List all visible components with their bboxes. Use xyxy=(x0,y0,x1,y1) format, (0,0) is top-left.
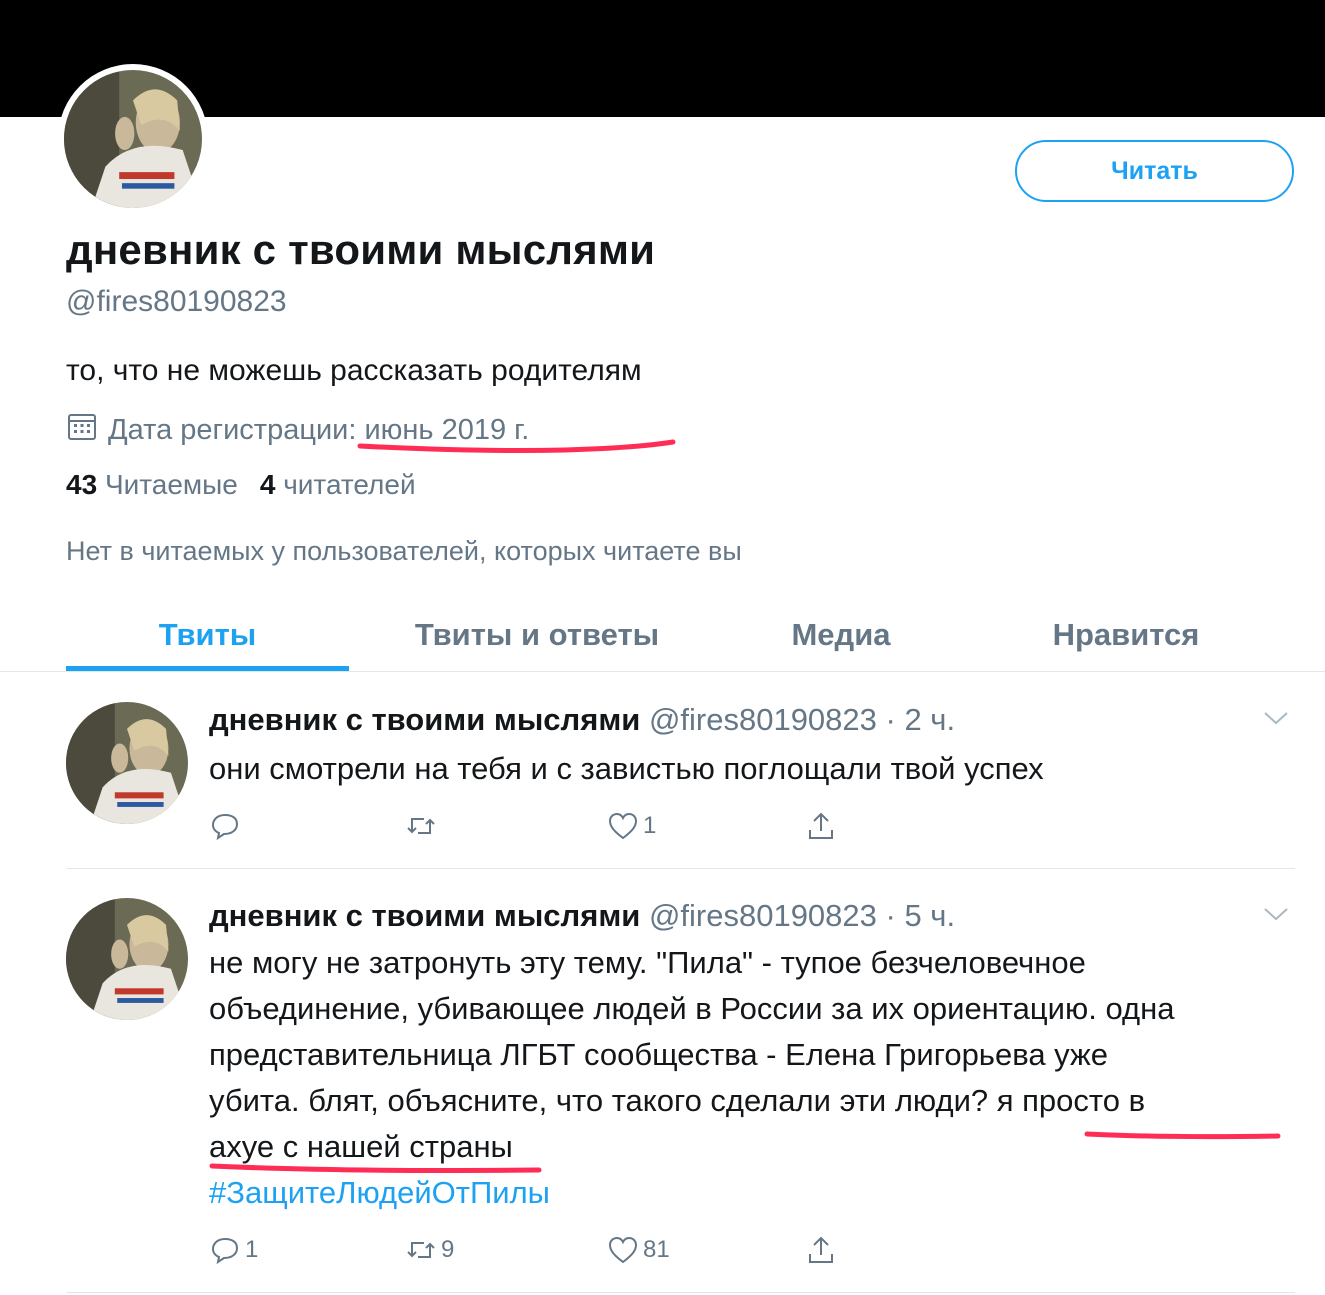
following-link[interactable]: 43 Читаемые xyxy=(66,469,238,501)
retweet-button[interactable]: 9 xyxy=(405,1234,454,1266)
reply-button[interactable] xyxy=(209,810,241,842)
tab-tweets[interactable]: Твиты xyxy=(66,600,349,670)
reply-icon xyxy=(211,813,239,841)
profile-banner[interactable] xyxy=(0,0,1325,117)
tweet-meta[interactable]: @fires80190823 · 5 ч. xyxy=(649,898,955,933)
tweet-avatar[interactable] xyxy=(66,898,188,1020)
tweet-text-line: объединение, убивающее людей в России за… xyxy=(209,991,1175,1026)
tweet-text-line: не могу не затронуть эту тему. "Пила" - … xyxy=(209,945,1086,980)
tweet-author-name[interactable]: дневник с твоими мыслями xyxy=(209,702,640,737)
tweet-header: дневник с твоими мыслями @fires80190823 … xyxy=(209,702,955,738)
reply-count: 1 xyxy=(245,1236,259,1263)
tweet-actions: 1 xyxy=(209,810,909,850)
tab-media[interactable]: Медиа xyxy=(726,600,956,670)
tweet-actions: 1 9 81 xyxy=(209,1234,909,1274)
profile-stats: 43 Читаемые 4 читателей xyxy=(66,469,416,501)
tweet-text: не могу не затронуть эту тему. "Пила" - … xyxy=(209,940,1289,1216)
tweet-hashtag[interactable]: #ЗащитеЛюдейОтПилы xyxy=(209,1170,1289,1216)
tweet[interactable]: дневник с твоими мыслями @fires80190823 … xyxy=(66,898,1295,1288)
share-button[interactable] xyxy=(805,810,837,842)
tab-likes[interactable]: Нравится xyxy=(1006,600,1246,670)
profile-handle: @fires80190823 xyxy=(66,285,287,318)
tweet-avatar[interactable] xyxy=(66,702,188,824)
followers-link[interactable]: 4 читателей xyxy=(260,469,416,501)
reply-button[interactable]: 1 xyxy=(209,1234,258,1266)
tweet-text-line: ахуе с нашей страны xyxy=(209,1129,513,1164)
joined-date: Дата регистрации: июнь 2019 г. xyxy=(66,410,529,450)
profile-bio: то, что не можешь рассказать родителям xyxy=(66,354,642,387)
like-button[interactable]: 1 xyxy=(607,810,656,842)
share-button[interactable] xyxy=(805,1234,837,1266)
tabs-divider xyxy=(0,671,1325,672)
profile-name: дневник с твоими мыслями xyxy=(66,226,656,273)
following-count: 43 xyxy=(66,469,98,500)
following-label: Читаемые xyxy=(104,469,238,500)
tweet-header: дневник с твоими мыслями @fires80190823 … xyxy=(209,898,955,934)
tweet-text: они смотрели на тебя и с завистью поглощ… xyxy=(209,746,1289,792)
tweet-divider xyxy=(66,868,1295,869)
like-icon xyxy=(608,812,638,840)
chevron-down-icon[interactable] xyxy=(1263,710,1289,726)
tab-tweets-replies[interactable]: Твиты и ответы xyxy=(366,600,708,670)
like-count: 81 xyxy=(643,1236,670,1263)
followers-count: 4 xyxy=(259,469,276,500)
like-button[interactable]: 81 xyxy=(607,1234,670,1266)
chevron-down-icon[interactable] xyxy=(1263,906,1289,922)
followers-label: читателей xyxy=(283,469,416,500)
share-icon xyxy=(809,1236,833,1263)
like-icon xyxy=(608,1236,638,1264)
profile-tabs: Твиты Твиты и ответы Медиа Нравится xyxy=(66,600,1295,672)
tweet-author-name[interactable]: дневник с твоими мыслями xyxy=(209,898,640,933)
retweet-icon xyxy=(407,818,435,834)
no-common-followers: Нет в читаемых у пользователей, которых … xyxy=(66,536,742,566)
joined-text: Дата регистрации: июнь 2019 г. xyxy=(108,413,530,446)
tweet-text-line: убита. блят, объясните, что такого сдела… xyxy=(209,1083,1146,1118)
tweet[interactable]: дневник с твоими мыслями @fires80190823 … xyxy=(66,702,1295,862)
retweet-count: 9 xyxy=(441,1236,455,1263)
profile-avatar[interactable] xyxy=(58,64,208,214)
retweet-icon xyxy=(407,1242,435,1258)
like-count: 1 xyxy=(643,812,657,839)
tweet-text-line: они смотрели на тебя и с завистью поглощ… xyxy=(209,751,1044,786)
tweet-meta[interactable]: @fires80190823 · 2 ч. xyxy=(649,702,955,737)
calendar-icon xyxy=(66,410,98,450)
tweet-divider xyxy=(66,1292,1295,1293)
follow-button[interactable]: Читать xyxy=(1015,140,1294,202)
tweet-text-line: представительница ЛГБТ сообщества - Елен… xyxy=(209,1037,1108,1072)
reply-icon xyxy=(211,1237,239,1265)
share-icon xyxy=(809,812,833,839)
retweet-button[interactable] xyxy=(405,810,437,842)
